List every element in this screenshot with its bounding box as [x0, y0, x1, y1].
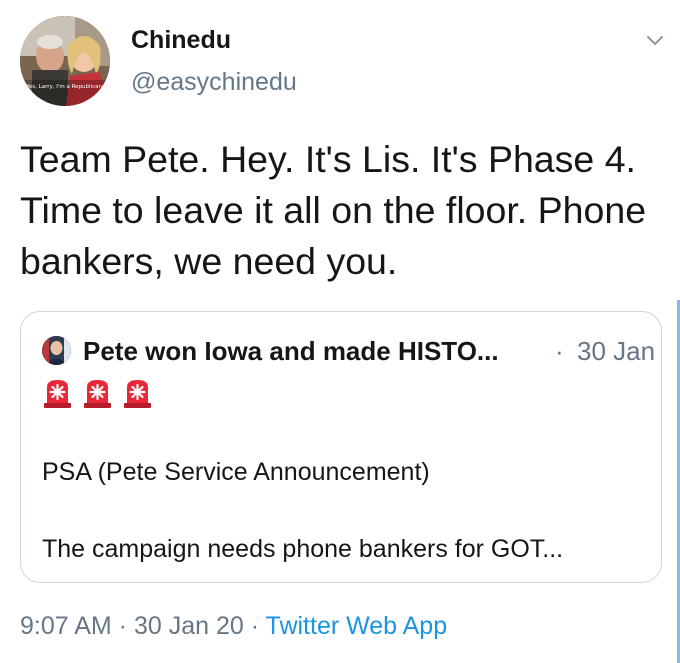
tweet-time[interactable]: 9:07 AM [20, 612, 112, 640]
police-light-emoji-row [41, 376, 154, 409]
author-handle[interactable]: @easychinedu [131, 66, 297, 98]
tweet-meta: 9:07 AM · 30 Jan 20 · Twitter Web App [20, 609, 447, 643]
quoted-author-avatar [42, 336, 71, 365]
police-light-icon [124, 380, 151, 408]
meta-separator: · [111, 612, 134, 640]
police-light-icon [84, 380, 111, 408]
chevron-down-icon [647, 36, 663, 45]
tweet-text: Team Pete. Hey. It's Lis. It's Phase 4. … [20, 138, 647, 282]
meta-separator: · [243, 612, 266, 640]
avatar-caption: Yes, Larry, I'm a Republican. [26, 84, 104, 90]
avatar-photo [20, 16, 110, 106]
tweet-date[interactable]: 30 Jan 20 [134, 612, 244, 640]
quoted-text-line-1: PSA (Pete Service Announcement) [42, 458, 430, 486]
police-light-icon [44, 380, 71, 408]
quoted-display-name: Pete won Iowa and made HISTO... [83, 336, 499, 366]
quoted-date: 30 Jan [577, 336, 656, 366]
quoted-avatar-photo [42, 336, 71, 365]
author-display-name[interactable]: Chinedu [131, 24, 231, 56]
more-options-button[interactable] [642, 28, 668, 54]
quoted-text-line-2: The campaign needs phone bankers for GOT… [42, 535, 564, 563]
source-app-link[interactable]: Twitter Web App [266, 612, 448, 640]
quoted-separator: · [555, 336, 564, 366]
quoted-tweet-card[interactable]: Pete won Iowa and made HISTO... · 30 Jan [20, 311, 662, 583]
author-avatar[interactable]: Yes, Larry, I'm a Republican. [20, 16, 110, 106]
